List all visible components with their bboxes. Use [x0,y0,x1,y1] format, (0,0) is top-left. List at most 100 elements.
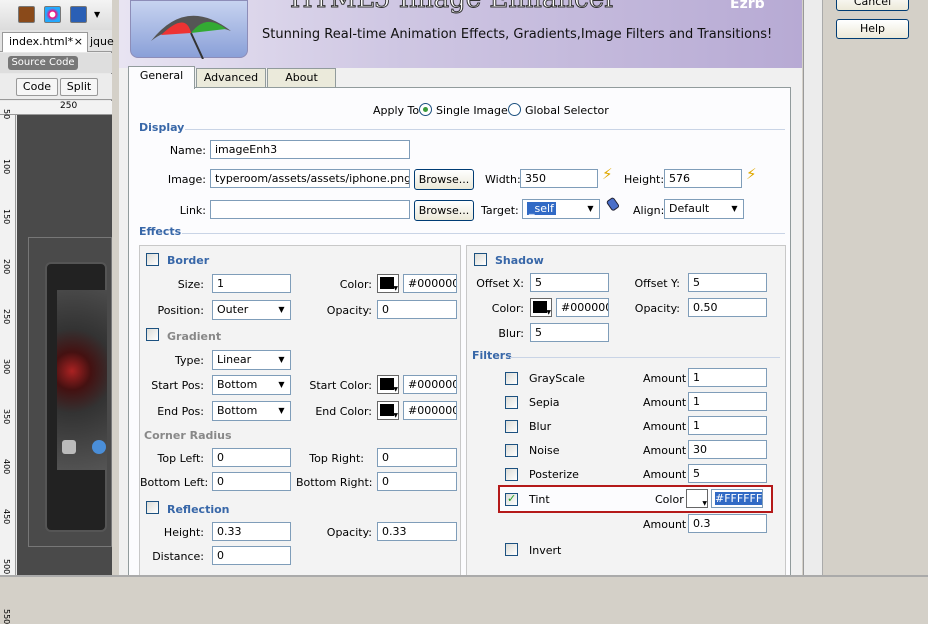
start-color-input[interactable]: #000000 [403,375,457,394]
target-value: _self [527,202,556,215]
app-icon[interactable] [18,6,35,23]
chevron-down-icon[interactable]: ▼ [94,10,100,19]
reflection-checkbox[interactable] [146,501,159,514]
help-button[interactable]: Help [836,19,909,39]
blur-amount-label: Amount [643,420,687,433]
reflection-opacity-input[interactable]: 0.33 [377,522,457,541]
border-color-swatch[interactable]: ▼ [377,274,399,293]
bottom-left-input[interactable]: 0 [212,472,291,491]
sepia-amount-label: Amount [643,396,687,409]
noise-amount-input[interactable]: 30 [688,440,767,459]
sepia-checkbox[interactable] [505,396,518,409]
global-selector-radio[interactable] [508,103,521,116]
link-input[interactable] [210,200,410,219]
align-select[interactable]: Default ▼ [664,199,744,219]
gradient-type-value: Linear [217,353,252,366]
blur-amount-input[interactable]: 1 [688,416,767,435]
end-color-swatch[interactable]: ▼ [377,401,399,420]
top-left-label: Top Left: [157,452,204,465]
tint-color-input[interactable]: #FFFFFF [711,489,763,508]
reflection-title: Reflection [167,503,230,516]
shadow-opacity-input[interactable]: 0.50 [688,298,767,317]
close-icon[interactable]: × [74,35,83,48]
split-view-button[interactable]: Split [60,78,98,96]
reflection-distance-input[interactable]: 0 [212,546,291,565]
border-opacity-input[interactable]: 0 [377,300,457,319]
ruler-mark: 400 [2,459,11,475]
link-icon[interactable] [606,196,622,212]
shadow-blur-input[interactable]: 5 [530,323,609,342]
shadow-color-swatch[interactable]: ▼ [530,298,552,317]
border-size-input[interactable]: 1 [212,274,291,293]
gradient-checkbox[interactable] [146,328,159,341]
grayscale-amount-input[interactable]: 1 [688,368,767,387]
browser-icon[interactable] [44,6,61,23]
offset-x-input[interactable]: 5 [530,273,609,292]
border-checkbox[interactable] [146,253,159,266]
tab-general[interactable]: General [128,66,195,89]
lightning-icon[interactable]: ⚡ [602,165,613,183]
noise-checkbox[interactable] [505,444,518,457]
border-position-select[interactable]: Outer ▼ [212,300,291,320]
cancel-button[interactable]: Cancel [836,0,909,11]
tint-amount-input[interactable]: 0.3 [688,514,767,533]
posterize-checkbox[interactable] [505,468,518,481]
blur-checkbox[interactable] [505,420,518,433]
doc-tab-jquery[interactable]: jque [90,35,114,48]
chevron-down-icon: ▼ [274,377,289,393]
height-input[interactable]: 576 [664,169,742,188]
window-icon[interactable] [70,6,87,23]
chevron-down-icon: ▼ [274,302,289,318]
tab-about[interactable]: About [267,68,336,88]
end-color-input[interactable]: #000000 [403,401,457,420]
name-label: Name: [169,144,206,157]
horizontal-ruler: 250 [0,101,112,115]
reflection-height-input[interactable]: 0.33 [212,522,291,541]
invert-checkbox[interactable] [505,543,518,556]
start-color-swatch[interactable]: ▼ [377,375,399,394]
shadow-title: Shadow [495,254,544,267]
tint-color-label: Color [655,493,684,506]
end-color-label: End Color: [315,405,372,418]
chevron-down-icon: ▼ [274,352,289,368]
image-browse-button[interactable]: Browse... [414,169,474,190]
start-pos-value: Bottom [217,378,258,391]
target-select[interactable]: _self ▼ [522,199,600,219]
vertical-ruler: 50 100 150 200 250 300 350 400 450 500 550 [0,109,16,624]
shadow-color-input[interactable]: #000000 [556,298,609,317]
doc-tab-index[interactable]: index.html* × [2,32,88,52]
ruler-mark: 500 [2,559,11,575]
end-pos-value: Bottom [217,404,258,417]
end-pos-select[interactable]: Bottom ▼ [212,401,291,421]
offset-y-input[interactable]: 5 [688,273,767,292]
shadow-checkbox[interactable] [474,253,487,266]
banner-subtitle: Stunning Real-time Animation Effects, Gr… [262,27,773,42]
posterize-amount-label: Amount [643,468,687,481]
link-browse-button[interactable]: Browse... [414,200,474,221]
name-input[interactable]: imageEnh3 [210,140,410,159]
grayscale-checkbox[interactable] [505,372,518,385]
source-code-button[interactable]: Source Code [8,56,78,70]
reflection-height-label: Height: [163,526,204,539]
border-color-input[interactable]: #000000 [403,274,457,293]
top-right-input[interactable]: 0 [377,448,457,467]
top-left-input[interactable]: 0 [212,448,291,467]
tint-checkbox[interactable] [505,492,518,506]
tab-advanced[interactable]: Advanced [196,68,266,88]
grayscale-amount-label: Amount [643,372,687,385]
width-input[interactable]: 350 [520,169,598,188]
start-pos-select[interactable]: Bottom ▼ [212,375,291,395]
editor-toolbar: ▼ [0,0,112,30]
width-label: Width: [485,173,521,186]
tint-color-swatch[interactable]: ▼ [686,489,708,508]
gradient-type-select[interactable]: Linear ▼ [212,350,291,370]
image-input[interactable]: typeroom/assets/assets/iphone.png [210,169,410,188]
offset-y-label: Offset Y: [634,277,680,290]
bottom-right-input[interactable]: 0 [377,472,457,491]
single-image-radio[interactable] [419,103,432,116]
sepia-amount-input[interactable]: 1 [688,392,767,411]
ruler-mark: 450 [2,509,11,525]
posterize-amount-input[interactable]: 5 [688,464,767,483]
code-view-button[interactable]: Code [16,78,58,96]
lightning-icon[interactable]: ⚡ [746,165,757,183]
